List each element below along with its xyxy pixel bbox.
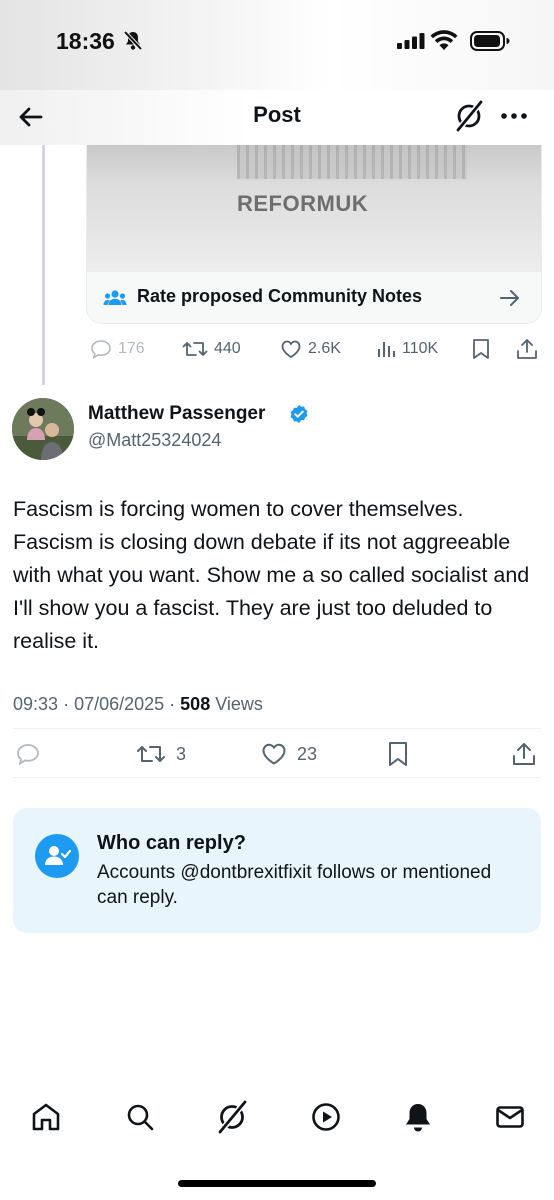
community-notes-label: Rate proposed Community Notes bbox=[137, 286, 423, 306]
grok-icon bbox=[456, 100, 483, 132]
bookmark-icon bbox=[473, 339, 489, 359]
grok-button[interactable] bbox=[454, 100, 484, 132]
like-button[interactable]: 23 bbox=[261, 740, 317, 768]
reply-icon bbox=[91, 340, 111, 359]
notifications-icon bbox=[406, 1104, 430, 1132]
signal-icon bbox=[397, 33, 425, 54]
quoted-views-count: 110K bbox=[402, 340, 439, 357]
video-icon bbox=[312, 1103, 340, 1131]
more-icon bbox=[501, 113, 527, 119]
arrow-right-icon bbox=[499, 288, 521, 313]
post-meta: 09:33 · 07/06/2025 · 508 Views bbox=[13, 694, 263, 714]
search-icon bbox=[127, 1104, 154, 1131]
mention-person-icon bbox=[35, 834, 79, 878]
status-bar: 18:36 bbox=[0, 0, 554, 90]
tab-notifications[interactable] bbox=[398, 1097, 438, 1137]
like-count: 23 bbox=[297, 743, 318, 764]
repost-icon bbox=[182, 342, 208, 356]
quoted-media-card[interactable]: REFORMUK Rate proposed Community Notes bbox=[86, 145, 542, 324]
battery-icon bbox=[470, 30, 510, 57]
tab-search[interactable] bbox=[120, 1097, 160, 1137]
divider bbox=[13, 728, 541, 729]
repost-icon bbox=[137, 746, 165, 762]
avatar[interactable] bbox=[12, 398, 74, 460]
share-icon bbox=[517, 339, 537, 359]
community-notes-button[interactable]: Rate proposed Community Notes bbox=[87, 271, 541, 323]
post-body: Fascism is forcing women to cover themse… bbox=[13, 497, 530, 653]
heart-icon bbox=[262, 743, 286, 765]
repost-button[interactable]: 3 bbox=[136, 740, 186, 768]
bell-slash-icon bbox=[123, 30, 143, 57]
home-indicator[interactable] bbox=[178, 1180, 376, 1187]
reply-restriction-title: Who can reply? bbox=[97, 832, 246, 854]
quoted-views-button[interactable]: 110K bbox=[376, 336, 438, 362]
share-icon bbox=[513, 743, 535, 765]
nav-header: Post bbox=[0, 90, 554, 145]
quoted-reply-button[interactable]: 176 bbox=[90, 336, 145, 362]
reply-restriction-text: Accounts @dontbrexitfixit follows or men… bbox=[97, 862, 492, 908]
post-time[interactable]: 09:33 bbox=[13, 694, 58, 714]
thread-line bbox=[42, 145, 45, 385]
quoted-reply-count: 176 bbox=[118, 340, 145, 357]
tab-video[interactable] bbox=[306, 1097, 346, 1137]
post-date[interactable]: 07/06/2025 bbox=[74, 694, 164, 714]
views-icon bbox=[378, 342, 395, 357]
share-button[interactable] bbox=[511, 740, 547, 768]
verified-badge-icon bbox=[289, 404, 309, 429]
quoted-repost-button[interactable]: 440 bbox=[182, 336, 241, 362]
author-handle[interactable]: @Matt25324024 bbox=[88, 430, 221, 451]
quoted-repost-count: 440 bbox=[214, 340, 241, 357]
bookmark-icon bbox=[389, 742, 407, 766]
messages-icon bbox=[496, 1106, 524, 1128]
tab-home[interactable] bbox=[26, 1097, 66, 1137]
tab-grok[interactable] bbox=[212, 1097, 252, 1137]
tab-messages[interactable] bbox=[490, 1097, 530, 1137]
quoted-like-count: 2.6K bbox=[308, 340, 341, 357]
reply-button[interactable] bbox=[16, 740, 50, 768]
quoted-bookmark-button[interactable] bbox=[472, 336, 496, 362]
status-time: 18:36 bbox=[56, 28, 115, 54]
home-icon bbox=[32, 1103, 60, 1131]
media-image: REFORMUK bbox=[87, 145, 541, 271]
reply-icon bbox=[17, 744, 39, 765]
quoted-like-button[interactable]: 2.6K bbox=[280, 336, 341, 362]
views-count: 508 bbox=[180, 694, 211, 714]
quoted-share-button[interactable] bbox=[516, 336, 544, 362]
reply-restriction-notice: Who can reply? Accounts @dontbrexitfixit… bbox=[13, 808, 541, 933]
divider bbox=[13, 777, 541, 778]
grok-icon bbox=[218, 1100, 247, 1134]
community-icon bbox=[103, 288, 127, 313]
author-name[interactable]: Matthew Passenger bbox=[88, 403, 265, 425]
views-label: Views bbox=[215, 694, 263, 714]
wifi-icon bbox=[430, 30, 458, 57]
repost-count: 3 bbox=[176, 743, 187, 764]
bookmark-button[interactable] bbox=[387, 740, 419, 768]
media-logo-text: REFORMUK bbox=[237, 191, 369, 216]
more-button[interactable] bbox=[498, 102, 530, 130]
heart-icon bbox=[281, 340, 301, 359]
